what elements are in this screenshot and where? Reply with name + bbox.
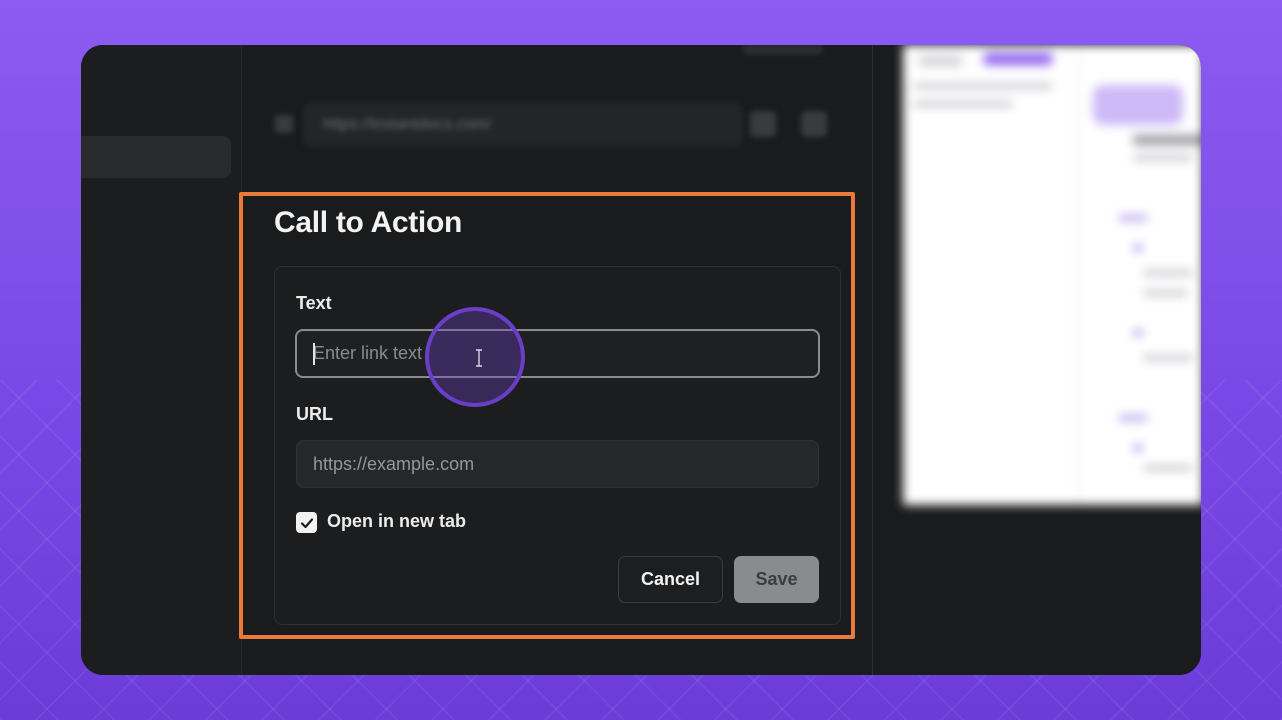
open-new-tab-checkbox[interactable] xyxy=(296,512,317,533)
toolbar-tab xyxy=(743,45,823,55)
preview-panel xyxy=(873,45,1201,675)
url-bar-text: https://instantdocs.com/ xyxy=(323,116,492,133)
cta-title: Call to Action xyxy=(274,206,463,239)
save-button[interactable]: Save xyxy=(734,556,819,603)
trash-icon[interactable] xyxy=(801,111,827,137)
back-arrow-icon[interactable] xyxy=(275,115,293,133)
text-caret xyxy=(313,343,315,365)
url-bar[interactable]: https://instantdocs.com/ xyxy=(303,103,743,147)
cancel-button[interactable]: Cancel xyxy=(618,556,723,603)
check-icon xyxy=(300,517,313,528)
left-sidebar xyxy=(81,45,242,675)
preview-page xyxy=(903,45,1201,505)
external-link-icon[interactable] xyxy=(750,111,776,137)
sidebar-item-active[interactable] xyxy=(81,136,231,178)
text-field-label: Text xyxy=(296,293,332,313)
link-text-input[interactable] xyxy=(295,329,820,378)
url-field-label: URL xyxy=(296,404,333,424)
url-input[interactable] xyxy=(296,440,819,488)
open-new-tab-label[interactable]: Open in new tab xyxy=(327,511,466,532)
